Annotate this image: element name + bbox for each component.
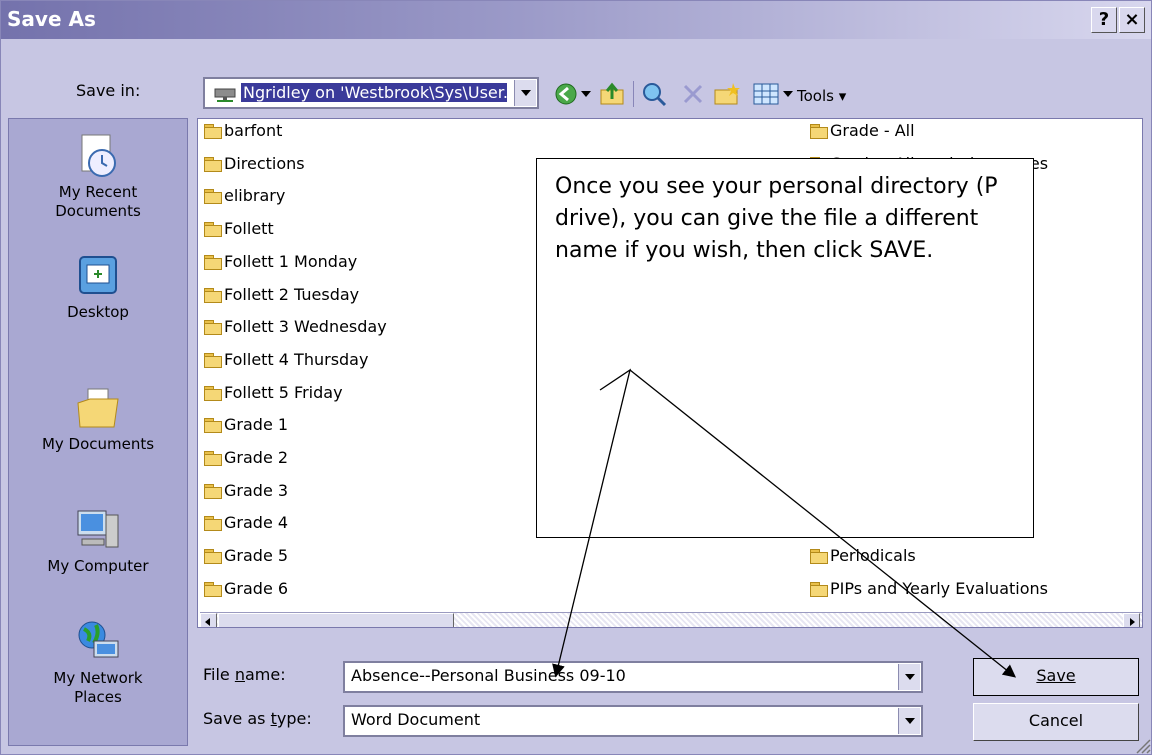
callout-pointer-lines [552, 368, 1017, 678]
arrow-to-file-name [552, 368, 632, 678]
arrow-to-save-button [629, 369, 1017, 678]
